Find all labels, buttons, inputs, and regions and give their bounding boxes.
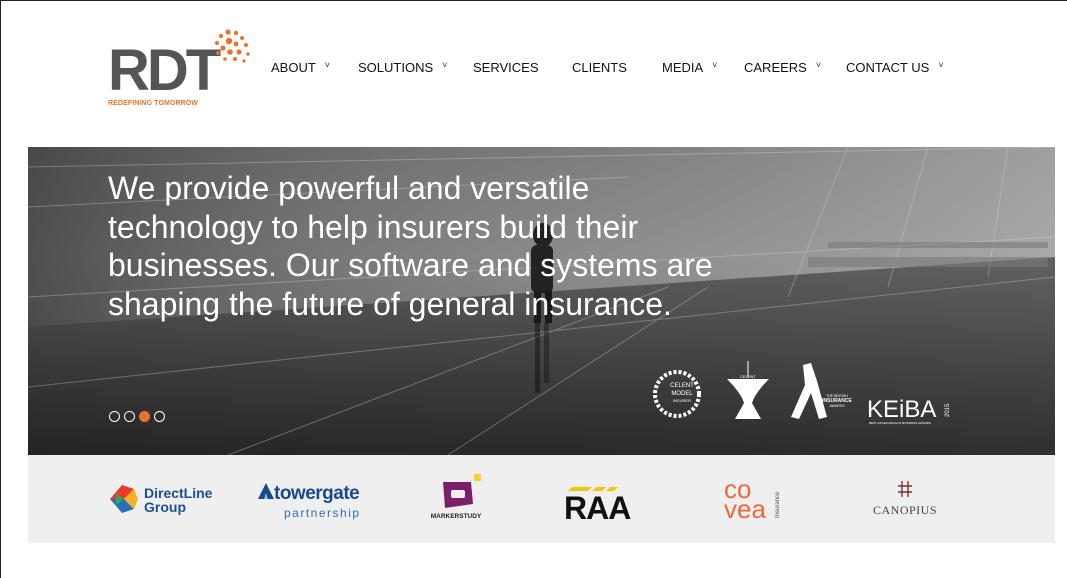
award-text: KEiBA (867, 396, 936, 423)
hero-line: technology to help insurers build their (108, 208, 639, 245)
raa-logo-icon: RAA (564, 487, 632, 521)
client-text: Insurance (775, 491, 781, 518)
markerstudy-logo-icon: MARKERSTUDY (431, 474, 482, 520)
client-text: MARKERSTUDY (431, 513, 482, 520)
chevron-down-icon: ˅ (442, 59, 448, 70)
slider-dot-3[interactable] (139, 411, 150, 422)
chevron-down-icon: ˅ (938, 59, 944, 70)
logo-wordmark: RDT (108, 38, 221, 103)
nav-label: CONTACT US (846, 60, 930, 75)
client-text: CANOPIUS (873, 503, 937, 517)
nav-item-contact-us[interactable]: CONTACT US ˅ (846, 59, 944, 76)
award-text: 2015 (945, 403, 951, 417)
client-logo-towergate[interactable]: towergate partnership (256, 455, 366, 543)
client-logo-markerstudy[interactable]: MARKERSTUDY (421, 455, 491, 543)
nav-label: SERVICES (473, 60, 539, 75)
keiba-award-icon: KEiBA 2015 BEST EXCELLENCE IN BUSINESS A… (867, 396, 951, 425)
british-insurance-awards-icon: THE BRITISH INSURANCE AWARDS (791, 363, 853, 419)
client-logo-directline[interactable]: DirectLine Group (106, 455, 226, 543)
nav-label: MEDIA (662, 60, 704, 75)
covea-logo-icon: co vea Insurance (724, 474, 781, 524)
hero-slider: We provide powerful and versatile techno… (28, 147, 1055, 455)
slider-pagination (109, 411, 165, 422)
client-text: Group (144, 499, 186, 515)
celent-trophy-award-icon: CELENT (727, 361, 769, 419)
celent-model-insurer-award-icon: CELENT MODEL INSURER (653, 370, 701, 418)
award-text: CELENT (670, 383, 694, 389)
client-text: towergate (274, 483, 359, 504)
directline-logo-icon: DirectLine Group (110, 485, 213, 515)
client-logo-raa[interactable]: RAA (562, 455, 646, 543)
chevron-down-icon: ˅ (324, 59, 331, 70)
client-logo-covea[interactable]: co vea Insurance (720, 455, 790, 543)
nav-label: ABOUT (271, 60, 316, 75)
nav-item-solutions[interactable]: SOLUTIONS ˅ (358, 59, 448, 76)
hero-line: shaping the future of general insurance. (108, 285, 672, 322)
slider-dot-4[interactable] (154, 411, 165, 422)
nav-item-clients[interactable]: CLIENTS (572, 60, 627, 75)
nav-label: CLIENTS (572, 60, 627, 75)
award-text: AWARDS (829, 404, 845, 408)
nav-item-careers[interactable]: CAREERS ˅ (744, 59, 822, 76)
canopius-logo-icon: CANOPIUS (873, 481, 937, 517)
nav-label: CAREERS (744, 60, 807, 75)
towergate-logo-icon: towergate partnership (258, 483, 361, 520)
chevron-down-icon: ˅ (815, 59, 822, 70)
nav-item-about[interactable]: ABOUT ˅ (271, 59, 331, 76)
client-text: RAA (564, 490, 631, 521)
client-logos-strip: DirectLine Group towergate partnership M… (28, 455, 1055, 543)
client-text: vea (724, 494, 766, 524)
client-logo-canopius[interactable]: CANOPIUS (860, 455, 950, 543)
logo-tagline: REDEFINING TOMORROW (108, 100, 199, 107)
chevron-down-icon: ˅ (712, 59, 718, 70)
nav-item-services[interactable]: SERVICES (473, 60, 539, 75)
nav-item-media[interactable]: MEDIA ˅ (662, 59, 718, 76)
hero-line: We provide powerful and versatile (108, 170, 590, 206)
rdt-logo[interactable]: RDT REDEFINING TOMORROW (108, 28, 258, 110)
hero-headline: We provide powerful and versatile techno… (108, 169, 808, 323)
award-text: BEST EXCELLENCE IN BUSINESS AWARDS (869, 421, 931, 425)
award-logos: CELENT MODEL INSURER CELENT THE BRITISH … (653, 361, 951, 425)
award-text: MODEL (671, 391, 693, 397)
hero-line: businesses. Our software and systems are (108, 247, 713, 283)
award-text: CELENT (740, 374, 756, 379)
client-text: partnership (284, 506, 361, 520)
slider-dot-2[interactable] (124, 411, 135, 422)
nav-label: SOLUTIONS (358, 60, 434, 75)
award-text: INSURER (673, 398, 691, 403)
logo-dots-icon (215, 29, 250, 63)
slider-dot-1[interactable] (109, 411, 120, 422)
